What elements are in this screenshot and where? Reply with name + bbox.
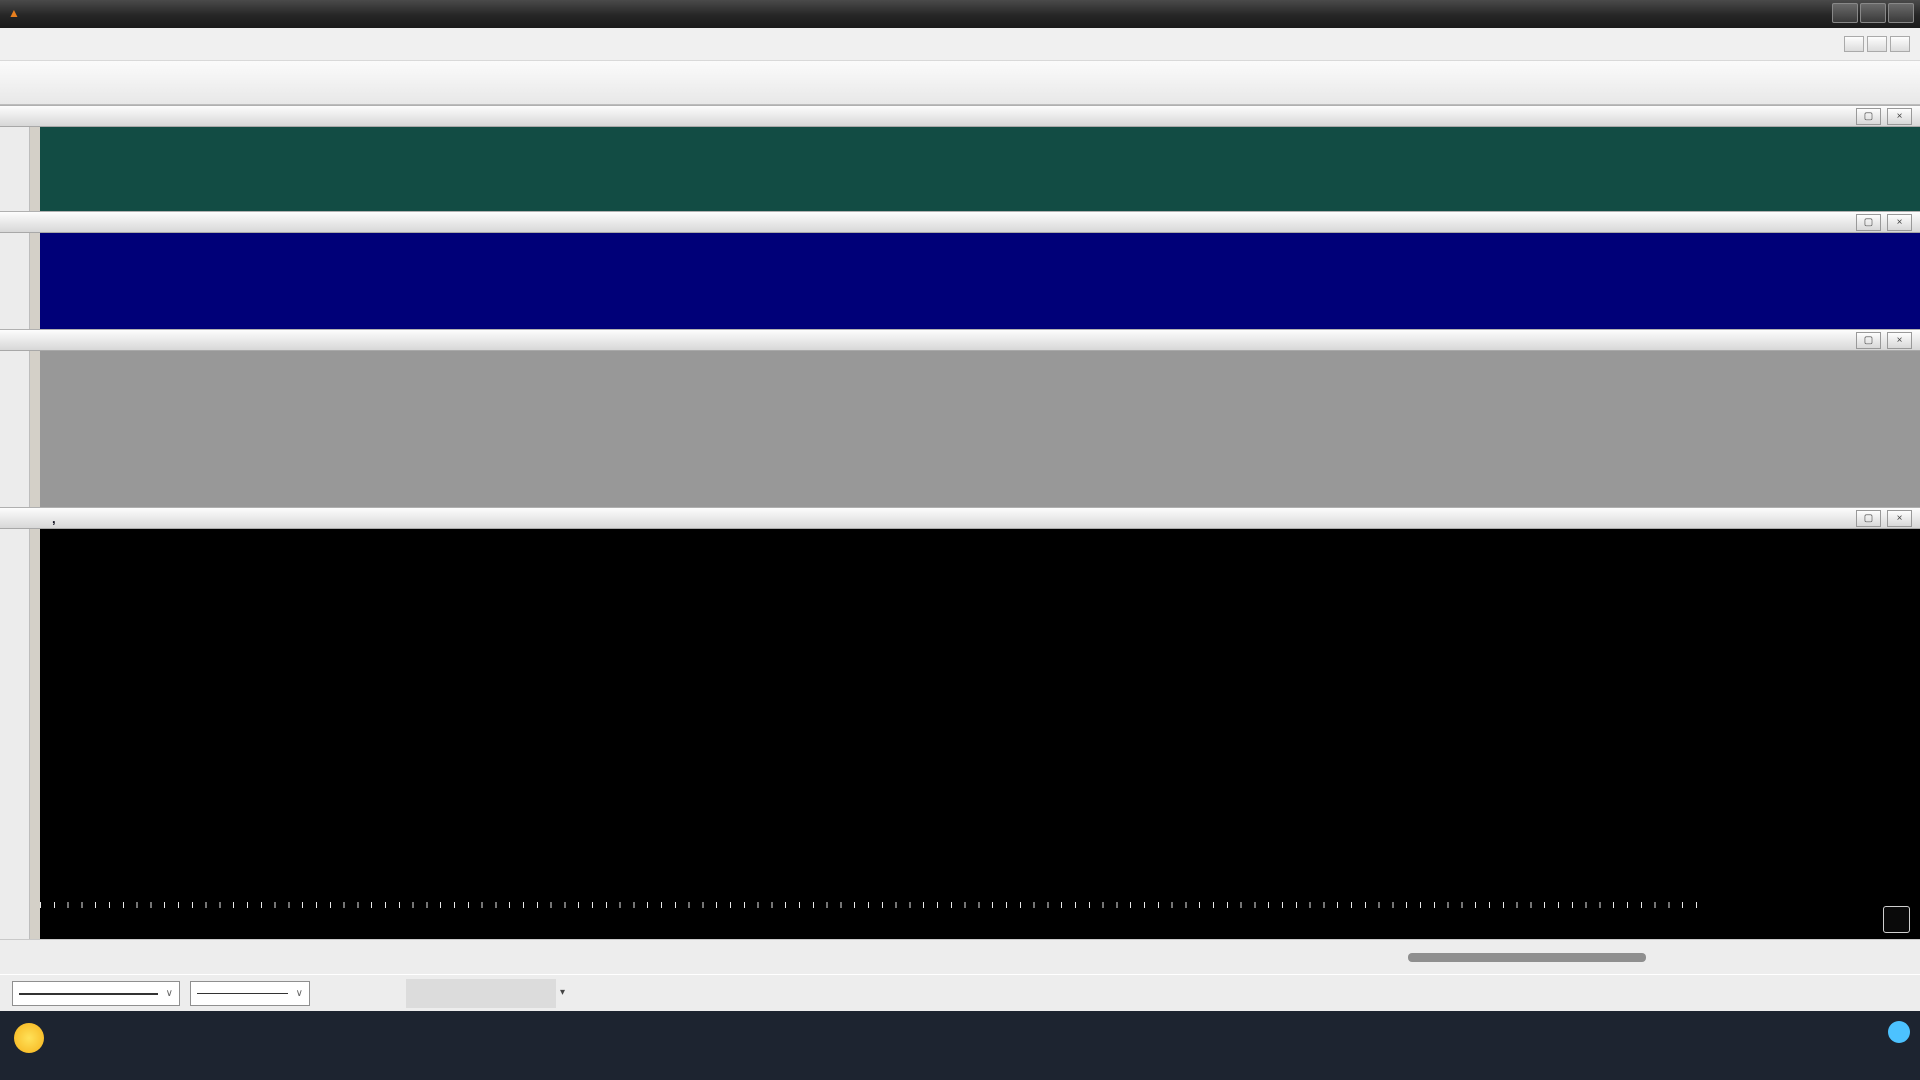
date-axis-corner (1855, 901, 1920, 939)
panel2-close-button[interactable]: × (1887, 214, 1912, 231)
panel4-price-plot[interactable] (40, 529, 1855, 901)
panel1-trend-plot[interactable] (40, 127, 1855, 211)
panel1-header: ▢ × (0, 105, 1920, 127)
panel3-scale (1855, 351, 1920, 507)
close-button[interactable] (1888, 3, 1914, 23)
panel4-restore-button[interactable]: ▢ (1856, 510, 1881, 527)
mdi-minimize-button[interactable] (1844, 36, 1864, 52)
menu-bar (0, 28, 1920, 61)
mdi-restore-button[interactable] (1867, 36, 1887, 52)
metastock-logo-mark-icon: ▲ (8, 6, 20, 20)
panel3-close-button[interactable]: × (1887, 332, 1912, 349)
color-palette (406, 979, 556, 1008)
line-style-dropdown[interactable]: ∨ (12, 981, 180, 1006)
panel4-scale (1855, 529, 1920, 901)
panel1-scale (1855, 127, 1920, 211)
line-weight-dropdown[interactable]: ∨ (190, 981, 310, 1006)
chart-scroll-row (0, 939, 1920, 974)
panel2-header: ▢ × (0, 211, 1920, 233)
chevron-down-icon: ∨ (296, 988, 303, 999)
main-toolbar (0, 61, 1920, 105)
mdi-close-button[interactable] (1890, 36, 1910, 52)
panel1-close-button[interactable]: × (1887, 108, 1912, 125)
weather-widget[interactable] (14, 1023, 54, 1053)
panel3-header: ▢ × (0, 329, 1920, 351)
panel3-oscillator-plot[interactable] (40, 351, 1855, 507)
panel2-trend-alt-plot[interactable] (40, 233, 1855, 329)
horizontal-scrollbar[interactable] (1408, 953, 1646, 962)
panel2-scale (1855, 233, 1920, 329)
windows-taskbar (0, 1011, 1920, 1080)
date-axis (40, 901, 1855, 939)
system-tray (1856, 1021, 1910, 1043)
panel4-close-button[interactable]: × (1887, 510, 1912, 527)
title-bar: ▲ (0, 0, 1920, 28)
notification-badge[interactable] (1888, 1021, 1910, 1043)
minimize-button[interactable] (1832, 3, 1858, 23)
chevron-down-icon: ∨ (166, 988, 173, 999)
maximize-button[interactable] (1860, 3, 1886, 23)
panel3-restore-button[interactable]: ▢ (1856, 332, 1881, 349)
drawing-tool-rail (0, 105, 30, 974)
panel4-title: , (52, 511, 56, 526)
panel4-header: , ▢ × (0, 507, 1920, 529)
market-status-smiley-icon (1883, 906, 1910, 933)
axis-minor-ticks (40, 902, 1700, 908)
metastock-logo: ▲ (8, 4, 21, 21)
panel1-restore-button[interactable]: ▢ (1856, 108, 1881, 125)
sun-icon (14, 1023, 44, 1053)
panel2-restore-button[interactable]: ▢ (1856, 214, 1881, 231)
palette-dropdown-icon[interactable]: ▾ (560, 987, 565, 998)
style-toolbar: ∨ ∨ ▾ (0, 974, 1920, 1011)
